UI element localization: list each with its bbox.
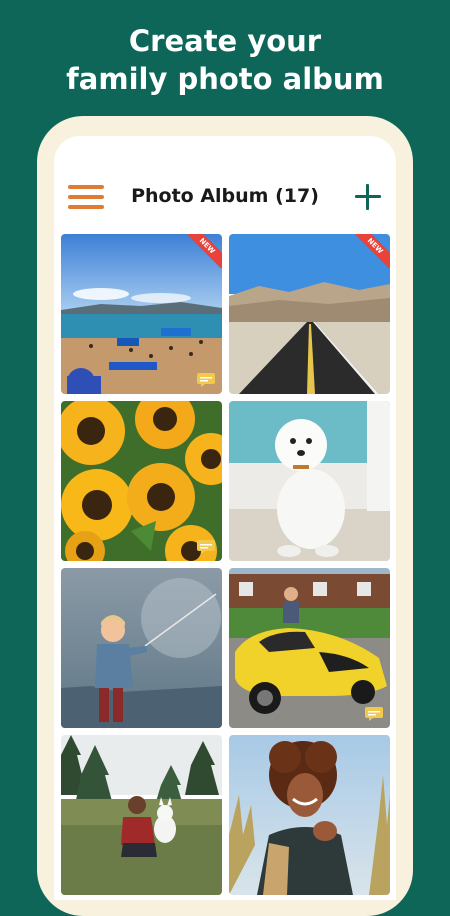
woman-with-dog-photo — [61, 735, 222, 895]
new-badge: NEW — [356, 234, 390, 268]
photo-tile-sunflowers[interactable] — [61, 401, 222, 561]
child-fishing-photo — [61, 568, 222, 728]
comment-icon — [197, 373, 215, 387]
hamburger-menu-icon[interactable] — [68, 183, 106, 211]
yellow-sports-car-photo — [229, 568, 390, 728]
phone-screen: Photo Album (17) NEW NEW — [54, 136, 396, 900]
photo-tile-desert-road[interactable]: NEW — [229, 234, 390, 394]
comment-icon — [197, 540, 215, 554]
photo-tile-yellow-sports-car[interactable] — [229, 568, 390, 728]
photo-tile-beach[interactable]: NEW — [61, 234, 222, 394]
photo-tile-woman-with-dog[interactable] — [61, 735, 222, 895]
new-badge: NEW — [188, 234, 222, 268]
hero-line-2: family photo album — [66, 62, 384, 96]
page-title: Photo Album (17) — [131, 185, 319, 207]
smiling-woman-photo — [229, 735, 390, 895]
sunflowers-photo — [61, 401, 222, 561]
app-bar: Photo Album (17) — [54, 136, 396, 228]
photo-tile-child-fishing[interactable] — [61, 568, 222, 728]
hero-line-1: Create your — [128, 24, 322, 58]
hero-heading: Create your family photo album — [0, 22, 450, 98]
white-dog-photo — [229, 401, 390, 561]
photo-tile-white-dog[interactable] — [229, 401, 390, 561]
photo-tile-smiling-woman[interactable] — [229, 735, 390, 895]
plus-icon[interactable] — [354, 183, 382, 211]
comment-icon — [365, 707, 383, 721]
